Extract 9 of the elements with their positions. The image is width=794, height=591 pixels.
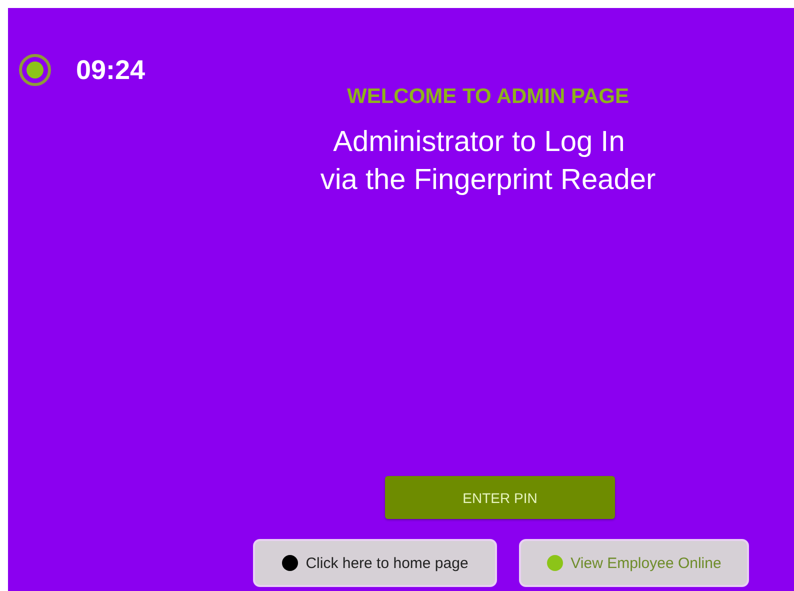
home-page-button[interactable]: Click here to home page <box>253 539 497 587</box>
enter-pin-button[interactable]: ENTER PIN <box>385 476 615 519</box>
button-label: Click here to home page <box>306 554 468 572</box>
record-icon <box>18 53 52 87</box>
view-employee-button[interactable]: View Employee Online <box>519 539 749 587</box>
button-label: View Employee Online <box>570 554 722 572</box>
login-instruction: Administrator to Log In via the Fingerprint Reader <box>320 125 656 198</box>
welcome-title: WELCOME TO ADMIN PAGE <box>347 85 629 109</box>
clock-time: 09:24 <box>76 54 146 86</box>
